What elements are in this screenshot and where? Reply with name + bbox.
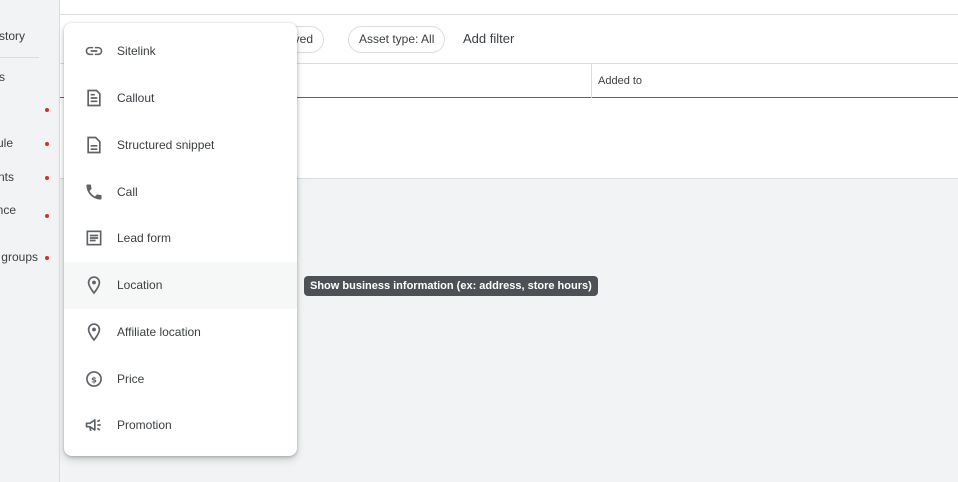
menu-item-label: Sitelink <box>117 44 156 59</box>
menu-item-price[interactable]: $ Price <box>64 355 297 402</box>
location-tooltip: Show business information (ex: address, … <box>304 276 598 296</box>
link-icon <box>84 41 104 61</box>
alert-dot <box>45 214 49 218</box>
callout-icon <box>84 88 104 108</box>
menu-item-label: Lead form <box>117 231 172 246</box>
menu-item-affiliate-location[interactable]: Affiliate location <box>64 309 297 356</box>
menu-item-label: Affiliate location <box>117 324 201 339</box>
menu-item-label: Call <box>117 184 138 199</box>
menu-item-label: Promotion <box>117 418 172 433</box>
menu-item-label: Structured snippet <box>117 137 215 152</box>
sidebar-item-label: story <box>0 29 25 43</box>
alert-dot <box>45 108 49 112</box>
sidebar-item-label: nts <box>0 170 14 184</box>
lead-form-icon <box>84 228 104 248</box>
alert-dot <box>45 256 49 260</box>
location-pin-icon <box>84 322 104 342</box>
sidebar-item-label: s <box>0 70 5 84</box>
location-pin-icon <box>84 275 104 295</box>
column-header-added-to[interactable]: Added to <box>598 75 642 87</box>
menu-item-location[interactable]: Location <box>64 261 297 309</box>
column-divider <box>591 64 592 98</box>
menu-item-structured-snippet[interactable]: Structured snippet <box>64 122 297 169</box>
menu-item-sitelink[interactable]: Sitelink <box>64 28 297 75</box>
filter-chip-asset-type[interactable]: Asset type: All <box>348 26 446 53</box>
filter-chip-label: Asset type: All <box>359 32 435 46</box>
menu-item-call[interactable]: Call <box>64 168 297 215</box>
sidebar-item-label: ule <box>0 136 13 150</box>
menu-item-label: Price <box>117 371 145 386</box>
price-icon: $ <box>84 369 104 389</box>
svg-text:$: $ <box>91 374 97 384</box>
left-nav-sidebar: story s ule nts nce n groups <box>0 0 60 482</box>
alert-dot <box>45 142 49 146</box>
structured-snippet-icon <box>84 135 104 155</box>
sidebar-item-label: n groups <box>0 250 38 264</box>
asset-type-menu: Sitelink Callout Structured snippet Call… <box>64 23 297 456</box>
megaphone-icon <box>84 415 104 435</box>
sidebar-divider <box>0 57 39 58</box>
add-filter-button[interactable]: Add filter <box>463 31 514 46</box>
sidebar-item-label: nce <box>0 203 16 217</box>
menu-item-callout[interactable]: Callout <box>64 75 297 122</box>
menu-item-label: Location <box>117 278 163 293</box>
menu-item-promotion[interactable]: Promotion <box>64 402 297 449</box>
menu-item-lead-form[interactable]: Lead form <box>64 215 297 262</box>
top-divider <box>60 14 958 15</box>
alert-dot <box>45 176 49 180</box>
phone-icon <box>84 182 104 202</box>
menu-item-label: Callout <box>117 91 155 106</box>
